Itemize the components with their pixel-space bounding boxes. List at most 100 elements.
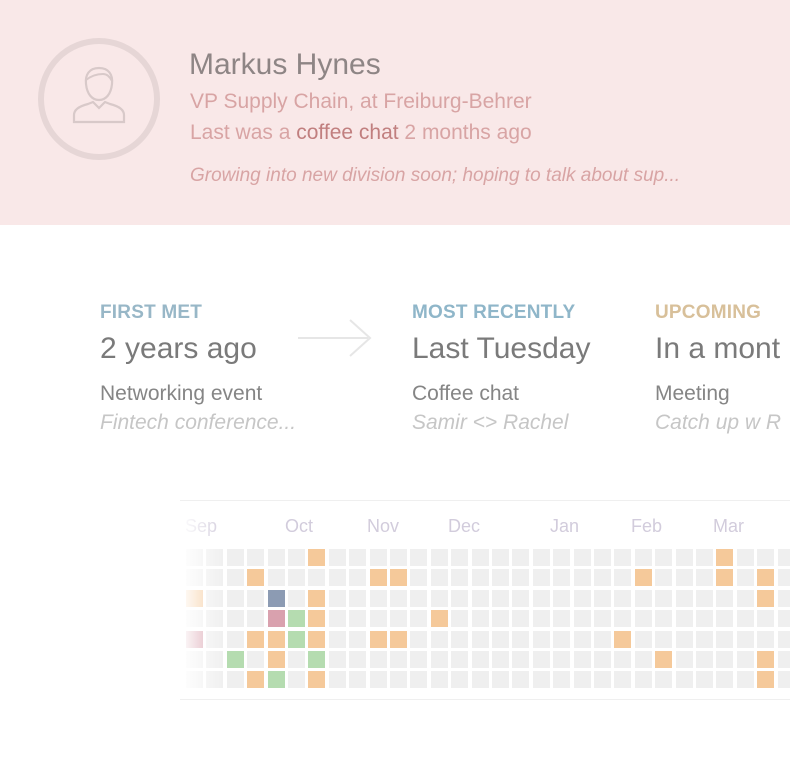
heatmap-cell [492, 631, 509, 648]
heatmap-cell [655, 671, 672, 688]
heatmap-cell-active[interactable] [757, 590, 774, 607]
heatmap-cell [186, 549, 203, 566]
heatmap-cell [594, 651, 611, 668]
heatmap-cell-active[interactable] [716, 569, 733, 586]
heatmap-cell [451, 590, 468, 607]
heatmap-cell [778, 671, 790, 688]
heatmap-cell-active[interactable] [308, 610, 325, 627]
heatmap-cell [492, 590, 509, 607]
heatmap-cell [757, 631, 774, 648]
last-interaction: Last was a coffee chat 2 months ago [190, 121, 532, 145]
heatmap-cell-active[interactable] [757, 671, 774, 688]
heatmap-cell [676, 549, 693, 566]
heatmap-cell [737, 590, 754, 607]
heatmap-cell-active[interactable] [308, 671, 325, 688]
heatmap-cell-active[interactable] [370, 569, 387, 586]
heatmap-cell [329, 671, 346, 688]
heatmap-cell [227, 671, 244, 688]
heatmap-cell [676, 631, 693, 648]
heatmap-cell-active[interactable] [370, 631, 387, 648]
heatmap-cell-active[interactable] [227, 651, 244, 668]
heatmap-cell [574, 569, 591, 586]
heatmap-cell-active[interactable] [308, 549, 325, 566]
month-label: Sep [185, 516, 218, 536]
heatmap-cell-active[interactable] [614, 631, 631, 648]
month-label: Feb [631, 516, 663, 536]
heatmap-cell [757, 549, 774, 566]
heatmap-cell [227, 590, 244, 607]
heatmap-cell [349, 569, 366, 586]
heatmap-cell-active[interactable] [186, 590, 203, 607]
heatmap-cell-active[interactable] [390, 569, 407, 586]
heatmap-cell-active[interactable] [247, 631, 264, 648]
heatmap-cell [349, 610, 366, 627]
heatmap-cell [696, 610, 713, 627]
heatmap-cell-active[interactable] [390, 631, 407, 648]
upcoming-detail: Catch up w R [655, 411, 782, 434]
heatmap-cell [655, 569, 672, 586]
heatmap-cell [288, 569, 305, 586]
heatmap-cell-active[interactable] [268, 671, 285, 688]
heatmap-cell-active[interactable] [186, 631, 203, 648]
heatmap-cell-active[interactable] [308, 631, 325, 648]
month-label: Mar [713, 516, 744, 536]
heatmap-cell [431, 651, 448, 668]
heatmap-cell-active[interactable] [716, 549, 733, 566]
heatmap-cell [492, 671, 509, 688]
heatmap-cell [492, 651, 509, 668]
heatmap-cell [206, 549, 223, 566]
contact-name: Markus Hynes [189, 48, 381, 81]
heatmap-cell [431, 671, 448, 688]
heatmap-cell-active[interactable] [308, 590, 325, 607]
heatmap-cell [512, 610, 529, 627]
first-met-column: FIRST MET 2 years ago Networking event F… [100, 302, 296, 435]
heatmap-cell [778, 651, 790, 668]
heatmap-cell [247, 651, 264, 668]
heatmap-cell-active[interactable] [308, 651, 325, 668]
heatmap-cell [676, 671, 693, 688]
heatmap-cell [390, 610, 407, 627]
heatmap-cell [451, 549, 468, 566]
heatmap-cell-active[interactable] [247, 671, 264, 688]
last-interaction-link[interactable]: coffee chat [296, 121, 398, 144]
heatmap-cell-active[interactable] [268, 590, 285, 607]
heatmap-cell-active[interactable] [288, 631, 305, 648]
heatmap-cell-active[interactable] [655, 651, 672, 668]
heatmap-cell [574, 610, 591, 627]
heatmap-cell [329, 549, 346, 566]
heatmap-cell [696, 549, 713, 566]
heatmap-cell-active[interactable] [431, 610, 448, 627]
heatmap-cell [247, 549, 264, 566]
person-icon [72, 66, 126, 124]
heatmap-cell [451, 631, 468, 648]
heatmap-cell [492, 610, 509, 627]
heatmap-cell [716, 610, 733, 627]
heatmap-cell [533, 631, 550, 648]
heatmap-cell [329, 590, 346, 607]
heatmap-cell-active[interactable] [635, 569, 652, 586]
heatmap-cell [614, 671, 631, 688]
heatmap-cell [268, 569, 285, 586]
heatmap-cell [370, 549, 387, 566]
heatmap-cell [553, 610, 570, 627]
heatmap-cell-active[interactable] [268, 651, 285, 668]
heatmap-cell-active[interactable] [288, 610, 305, 627]
heatmap-cell [410, 610, 427, 627]
heatmap-cell-active[interactable] [268, 631, 285, 648]
avatar[interactable] [38, 38, 160, 160]
heatmap-cell [186, 651, 203, 668]
heatmap-cell-active[interactable] [757, 569, 774, 586]
heatmap-cell [533, 549, 550, 566]
heatmap-cell [512, 631, 529, 648]
heatmap-cell [594, 590, 611, 607]
heatmap-cell [472, 610, 489, 627]
heatmap-cell-active[interactable] [268, 610, 285, 627]
heatmap-cell [594, 610, 611, 627]
heatmap-cell [553, 671, 570, 688]
heatmap-cell-active[interactable] [247, 569, 264, 586]
heatmap-cell [533, 610, 550, 627]
heatmap-cell [676, 651, 693, 668]
heatmap-cell [716, 671, 733, 688]
heatmap-cell-active[interactable] [757, 651, 774, 668]
heatmap-cell [206, 610, 223, 627]
